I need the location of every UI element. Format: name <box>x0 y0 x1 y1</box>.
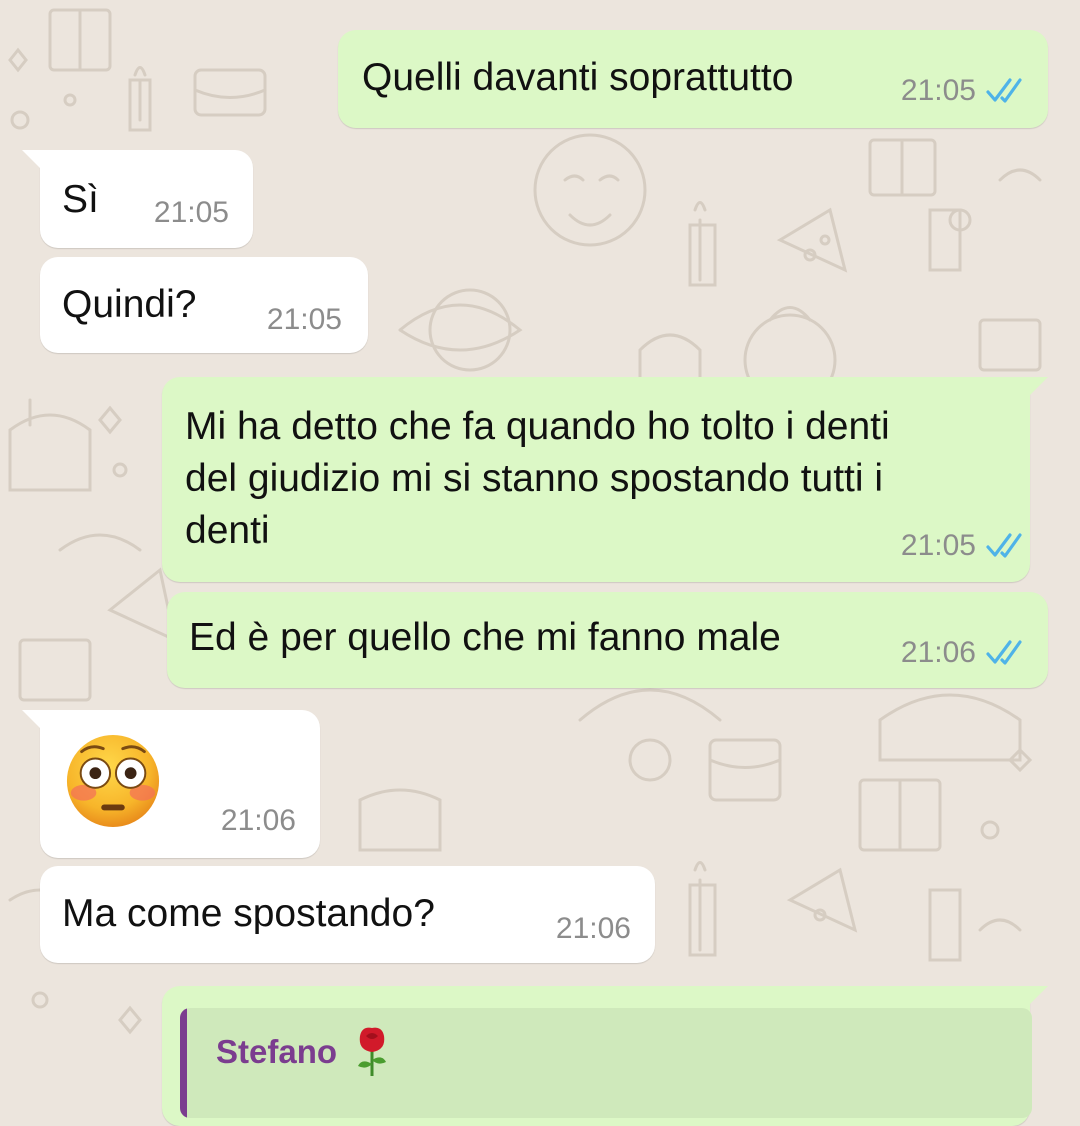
message-meta: 21:05 <box>267 303 342 337</box>
message-timestamp: 21:06 <box>900 636 976 669</box>
rose-emoji <box>358 1027 386 1076</box>
message-meta: 21:05 <box>901 529 1026 563</box>
incoming-message-bubble[interactable]: Ma come spostando? 21:06 <box>40 866 655 963</box>
outgoing-message-bubble[interactable]: Mi ha detto che fa quando ho tolto i den… <box>162 377 1048 582</box>
outgoing-reply-bubble[interactable]: Stefano <box>162 986 1048 1126</box>
outgoing-message-bubble[interactable]: Ed è per quello che mi fanno male 21:06 <box>167 592 1048 688</box>
incoming-message-bubble[interactable]: Sì 21:05 <box>22 150 253 248</box>
flushed-face-emoji <box>66 734 160 828</box>
incoming-message-bubble[interactable]: Quindi? 21:05 <box>40 257 368 353</box>
message-line: Mi ha detto che fa quando ho tolto i den… <box>185 405 890 448</box>
message-meta: 21:06 <box>556 912 631 946</box>
message-meta: 21:06 <box>221 804 296 838</box>
bubble-tail <box>1030 986 1048 1004</box>
message-text: Quindi? <box>62 283 197 326</box>
quote-accent-bar <box>180 1008 187 1118</box>
bubble-tail <box>22 710 40 728</box>
message-meta: 21:05 <box>901 74 1026 108</box>
read-ticks-icon <box>986 640 1022 665</box>
quoted-message[interactable]: Stefano <box>180 1008 1032 1118</box>
read-ticks-icon <box>986 533 1022 558</box>
read-ticks-icon <box>986 78 1022 103</box>
incoming-message-bubble[interactable]: 21:06 <box>22 710 320 858</box>
quote-author: Stefano <box>216 1033 338 1070</box>
bubble-tail <box>22 150 40 168</box>
message-meta: 21:05 <box>154 196 229 230</box>
message-timestamp: 21:06 <box>220 804 296 837</box>
message-timestamp: 21:05 <box>900 529 976 562</box>
message-timestamp: 21:05 <box>153 196 229 229</box>
message-timestamp: 21:06 <box>555 912 631 945</box>
message-text: Ed è per quello che mi fanno male <box>189 616 781 659</box>
bubble-tail <box>1030 377 1048 395</box>
outgoing-message-bubble[interactable]: Quelli davanti soprattutto 21:05 <box>338 30 1048 128</box>
message-timestamp: 21:05 <box>900 74 976 107</box>
message-text: Sì <box>62 178 99 221</box>
message-text: Ma come spostando? <box>62 892 435 935</box>
message-text: Quelli davanti soprattutto <box>362 56 794 99</box>
message-meta: 21:06 <box>901 636 1026 670</box>
message-line: del giudizio mi si stanno spostando tutt… <box>185 457 884 500</box>
message-line: denti <box>185 509 270 552</box>
message-timestamp: 21:05 <box>266 303 342 336</box>
